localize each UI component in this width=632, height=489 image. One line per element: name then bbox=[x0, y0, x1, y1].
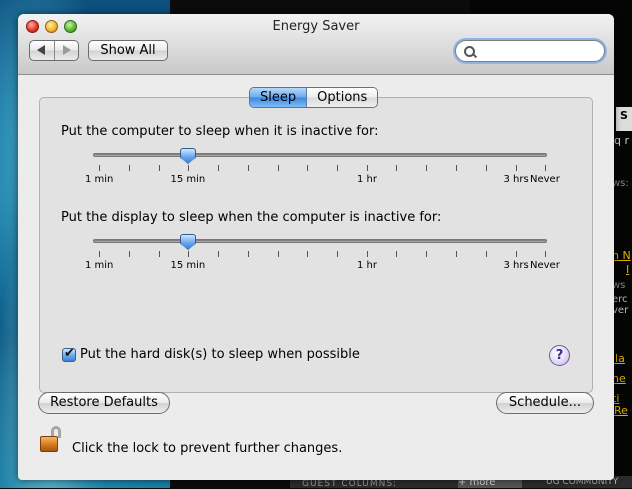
slider-tick bbox=[486, 251, 487, 257]
nav-divider bbox=[54, 41, 55, 60]
background-text-ver: ver bbox=[612, 305, 629, 316]
slider-tick bbox=[516, 251, 517, 257]
slider-tick bbox=[516, 165, 517, 171]
tab-bar: Sleep Options bbox=[249, 87, 379, 108]
display-sleep-slider[interactable]: 1 min 15 min 1 hr 3 hrs Never bbox=[85, 234, 560, 271]
slider-tick bbox=[278, 165, 279, 171]
slider-tick bbox=[159, 165, 160, 171]
slider-thumb[interactable] bbox=[180, 234, 196, 250]
slider-tick-label: Never bbox=[530, 260, 560, 271]
slider-tick-label: Never bbox=[530, 174, 560, 185]
tab-options[interactable]: Options bbox=[307, 88, 378, 107]
slider-tick bbox=[367, 165, 368, 171]
slider-tick-label: 3 hrs bbox=[503, 174, 529, 185]
help-button[interactable]: ? bbox=[549, 345, 570, 366]
slider-tick bbox=[129, 251, 130, 257]
restore-defaults-button[interactable]: Restore Defaults bbox=[38, 392, 170, 414]
slider-tick bbox=[218, 251, 219, 257]
slider-tick bbox=[218, 165, 219, 171]
slider-tick bbox=[159, 251, 160, 257]
slider-tick bbox=[545, 251, 546, 257]
schedule-button[interactable]: Schedule... bbox=[496, 392, 594, 414]
slider-tick-label: 15 min bbox=[170, 174, 206, 185]
slider-tick bbox=[99, 251, 100, 257]
slider-tick bbox=[426, 165, 427, 171]
slider-tick bbox=[426, 251, 427, 257]
slider-tick bbox=[456, 165, 457, 171]
background-link-i[interactable]: I bbox=[626, 263, 629, 276]
slider-tick bbox=[188, 251, 189, 257]
background-text-s: S bbox=[616, 107, 632, 131]
slider-tick bbox=[396, 251, 397, 257]
slider-tick bbox=[99, 165, 100, 171]
background-link-re[interactable]: Re bbox=[614, 404, 628, 417]
hard-disk-sleep-checkbox[interactable] bbox=[62, 346, 76, 362]
slider-tick bbox=[307, 165, 308, 171]
slider-tick bbox=[396, 165, 397, 171]
search-field[interactable] bbox=[455, 40, 605, 62]
background-text-erc: erc bbox=[612, 294, 628, 305]
lock-label: Click the lock to prevent further change… bbox=[72, 441, 343, 456]
slider-tick bbox=[278, 251, 279, 257]
background-text-ws2: ws bbox=[612, 280, 626, 291]
slider-tick-label: 1 hr bbox=[357, 260, 377, 271]
background-link-ne[interactable]: ne bbox=[612, 372, 626, 385]
search-icon bbox=[464, 46, 475, 57]
slider-tick-label: 1 hr bbox=[357, 174, 377, 185]
display-sleep-label: Put the display to sleep when the comput… bbox=[61, 210, 442, 225]
energy-saver-window: Energy Saver Show All Sleep Options Put … bbox=[18, 14, 614, 480]
back-arrow-icon[interactable] bbox=[37, 45, 45, 55]
slider-tick-label: 3 hrs bbox=[503, 260, 529, 271]
window-toolbar: Energy Saver Show All bbox=[18, 14, 614, 75]
slider-tick bbox=[188, 165, 189, 171]
back-forward-control bbox=[29, 40, 79, 61]
slider-thumb[interactable] bbox=[180, 148, 196, 164]
background-text-q: q r bbox=[614, 134, 630, 147]
lock-body bbox=[40, 436, 58, 452]
slider-tick bbox=[129, 165, 130, 171]
slider-tick bbox=[367, 251, 368, 257]
forward-arrow-icon[interactable] bbox=[63, 45, 71, 55]
hard-disk-sleep-label[interactable]: Put the hard disk(s) to sleep when possi… bbox=[80, 347, 360, 362]
slider-tick bbox=[337, 165, 338, 171]
slider-track[interactable] bbox=[93, 153, 547, 157]
slider-tick bbox=[486, 165, 487, 171]
slider-tick bbox=[545, 165, 546, 171]
slider-tick bbox=[307, 251, 308, 257]
computer-sleep-slider[interactable]: 1 min 15 min 1 hr 3 hrs Never bbox=[85, 148, 560, 185]
search-input[interactable] bbox=[476, 43, 596, 59]
slider-track[interactable] bbox=[93, 239, 547, 243]
slider-tick bbox=[248, 165, 249, 171]
slider-tick bbox=[337, 251, 338, 257]
slider-tick-label: 15 min bbox=[170, 260, 206, 271]
slider-tick bbox=[248, 251, 249, 257]
window-title: Energy Saver bbox=[272, 19, 360, 34]
slider-tick-label: 1 min bbox=[85, 174, 114, 185]
slider-tick bbox=[456, 251, 457, 257]
background-text-ws: ws: bbox=[612, 178, 629, 189]
slider-tick-label: 1 min bbox=[85, 260, 114, 271]
computer-sleep-label: Put the computer to sleep when it is ina… bbox=[61, 124, 379, 139]
lock-icon[interactable] bbox=[40, 426, 62, 452]
background-link-n[interactable]: n N bbox=[612, 249, 631, 262]
tab-sleep[interactable]: Sleep bbox=[250, 88, 308, 107]
show-all-button[interactable]: Show All bbox=[88, 40, 168, 61]
